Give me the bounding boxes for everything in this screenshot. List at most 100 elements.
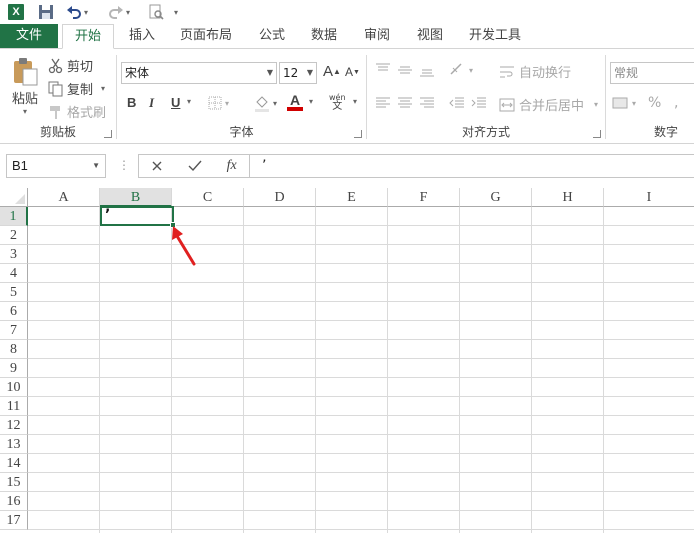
column-header-f[interactable]: F bbox=[388, 188, 460, 207]
redo-button[interactable]: ▾ bbox=[108, 3, 130, 21]
font-color-button[interactable]: A bbox=[287, 93, 303, 111]
decrease-font-size-icon[interactable]: A ▼ bbox=[345, 65, 360, 79]
enter-check-icon[interactable] bbox=[188, 160, 202, 172]
column-header-c[interactable]: C bbox=[172, 188, 244, 207]
tab-page-layout[interactable]: 页面布局 bbox=[174, 24, 238, 48]
row-header-8[interactable]: 8 bbox=[0, 340, 28, 359]
align-middle-icon[interactable] bbox=[397, 63, 413, 77]
name-box[interactable]: B1 ▼ bbox=[6, 154, 106, 178]
alignment-group-label: 对齐方式 bbox=[461, 125, 510, 139]
clipboard-launcher-icon[interactable] bbox=[104, 130, 112, 138]
column-header-e[interactable]: E bbox=[316, 188, 388, 207]
column-header-d[interactable]: D bbox=[244, 188, 316, 207]
clipboard-group-label: 剪贴板 bbox=[39, 125, 76, 139]
column-header-b[interactable]: B bbox=[100, 188, 172, 207]
row-header-9[interactable]: 9 bbox=[0, 359, 28, 378]
row-header-6[interactable]: 6 bbox=[0, 302, 28, 321]
row-header-16[interactable]: 16 bbox=[0, 492, 28, 511]
align-center-icon[interactable] bbox=[397, 96, 413, 110]
font-color-dropdown-icon[interactable]: ▾ bbox=[307, 97, 313, 106]
borders-button[interactable]: ▾ bbox=[207, 95, 229, 111]
comma-style-icon[interactable]: , bbox=[674, 95, 678, 111]
align-right-icon[interactable] bbox=[419, 96, 435, 110]
copy-button[interactable]: 复制 ▾ bbox=[48, 79, 105, 98]
cell-area[interactable] bbox=[28, 207, 694, 533]
row-header-10[interactable]: 10 bbox=[0, 378, 28, 397]
column-header-i[interactable]: I bbox=[604, 188, 694, 207]
copy-dropdown-icon[interactable]: ▾ bbox=[101, 84, 105, 93]
active-cell-b1[interactable]: ’ bbox=[100, 206, 174, 226]
row-header-7[interactable]: 7 bbox=[0, 321, 28, 340]
format-painter-button[interactable]: 格式刷 bbox=[48, 102, 106, 121]
cut-button[interactable]: 剪切 bbox=[48, 56, 93, 75]
font-size-combo[interactable]: 12 ▼ bbox=[279, 62, 317, 84]
phonetic-guide-button[interactable]: wén 文 bbox=[329, 93, 346, 112]
number-format-combo[interactable]: 常规 bbox=[610, 62, 694, 84]
row-header-11[interactable]: 11 bbox=[0, 397, 28, 416]
formula-input[interactable]: ’ bbox=[250, 154, 694, 178]
fill-color-button[interactable]: ▾ bbox=[253, 94, 277, 112]
column-header-h[interactable]: H bbox=[532, 188, 604, 207]
select-all-button[interactable] bbox=[0, 188, 28, 207]
align-left-icon[interactable] bbox=[375, 96, 391, 110]
accounting-icon bbox=[612, 97, 628, 109]
font-name-combo[interactable]: 宋体 ▼ bbox=[121, 62, 277, 84]
accounting-format-button[interactable]: ▾ bbox=[612, 95, 636, 111]
tab-formulas[interactable]: 公式 bbox=[252, 24, 292, 48]
align-top-icon[interactable] bbox=[375, 63, 391, 77]
underline-dropdown-icon[interactable]: ▾ bbox=[185, 97, 191, 106]
font-color-letter: A bbox=[289, 92, 301, 108]
merge-center-dropdown-icon[interactable]: ▾ bbox=[594, 100, 598, 109]
alignment-group: ▾ 自动换行 合并后居中 ▾ 对齐方式 bbox=[367, 49, 605, 143]
row-header-13[interactable]: 13 bbox=[0, 435, 28, 454]
insert-function-icon[interactable]: fx bbox=[227, 158, 237, 174]
cut-label: 剪切 bbox=[67, 60, 94, 75]
font-launcher-icon[interactable] bbox=[354, 130, 362, 138]
row-header-14[interactable]: 14 bbox=[0, 454, 28, 473]
undo-button[interactable]: ▾ bbox=[66, 3, 88, 21]
italic-button[interactable]: I bbox=[149, 95, 154, 111]
tab-file[interactable]: 文件 bbox=[0, 24, 58, 48]
increase-indent-icon[interactable] bbox=[471, 96, 487, 110]
row-header-15[interactable]: 15 bbox=[0, 473, 28, 492]
tab-view[interactable]: 视图 bbox=[410, 24, 450, 48]
scissors-icon bbox=[48, 58, 63, 73]
orientation-button[interactable]: ▾ bbox=[449, 62, 473, 78]
column-header-g[interactable]: G bbox=[460, 188, 532, 207]
tab-home[interactable]: 开始 bbox=[62, 24, 114, 49]
bold-button[interactable]: B bbox=[127, 95, 136, 110]
row-header-3[interactable]: 3 bbox=[0, 245, 28, 264]
excel-logo-icon[interactable]: X bbox=[8, 3, 24, 21]
underline-button[interactable]: U bbox=[171, 95, 180, 110]
name-box-dropdown-icon[interactable]: ▼ bbox=[92, 155, 100, 177]
row-header-12[interactable]: 12 bbox=[0, 416, 28, 435]
row-header-4[interactable]: 4 bbox=[0, 264, 28, 283]
font-group: 宋体 ▼ 12 ▼ A ▲ A ▼ B I U ▾ ▾ ▾ A ▾ wén 文 ▾ bbox=[117, 49, 366, 143]
tab-review[interactable]: 审阅 bbox=[357, 24, 397, 48]
tab-insert[interactable]: 插入 bbox=[120, 24, 164, 48]
decrease-indent-icon[interactable] bbox=[449, 96, 465, 110]
alignment-launcher-icon[interactable] bbox=[593, 130, 601, 138]
align-bottom-icon[interactable] bbox=[419, 63, 435, 77]
print-preview-icon[interactable] bbox=[148, 3, 164, 21]
tab-developer[interactable]: 开发工具 bbox=[466, 24, 524, 48]
save-icon[interactable] bbox=[38, 3, 54, 21]
column-header-a[interactable]: A bbox=[28, 188, 100, 207]
paste-icon bbox=[14, 58, 38, 86]
phonetic-dropdown-icon[interactable]: ▾ bbox=[351, 97, 357, 106]
merge-center-button[interactable]: 合并后居中 ▾ bbox=[499, 95, 598, 114]
percent-style-button[interactable]: % bbox=[648, 95, 661, 111]
cancel-icon[interactable] bbox=[151, 160, 163, 172]
row-header-17[interactable]: 17 bbox=[0, 511, 28, 530]
row-header-1[interactable]: 1 bbox=[0, 207, 28, 226]
wrap-text-button[interactable]: 自动换行 bbox=[499, 62, 571, 81]
paste-button[interactable]: 粘贴 ▾ bbox=[8, 57, 42, 116]
formula-bar-grip-icon[interactable]: ⋮ bbox=[118, 158, 130, 172]
increase-font-size-icon[interactable]: A ▲ bbox=[323, 63, 341, 80]
undo-dropdown-icon[interactable]: ▾ bbox=[84, 8, 88, 17]
row-header-2[interactable]: 2 bbox=[0, 226, 28, 245]
redo-dropdown-icon[interactable]: ▾ bbox=[126, 8, 130, 17]
row-header-5[interactable]: 5 bbox=[0, 283, 28, 302]
tab-data[interactable]: 数据 bbox=[304, 24, 344, 48]
customize-qat-button[interactable]: ▾ bbox=[172, 3, 178, 21]
